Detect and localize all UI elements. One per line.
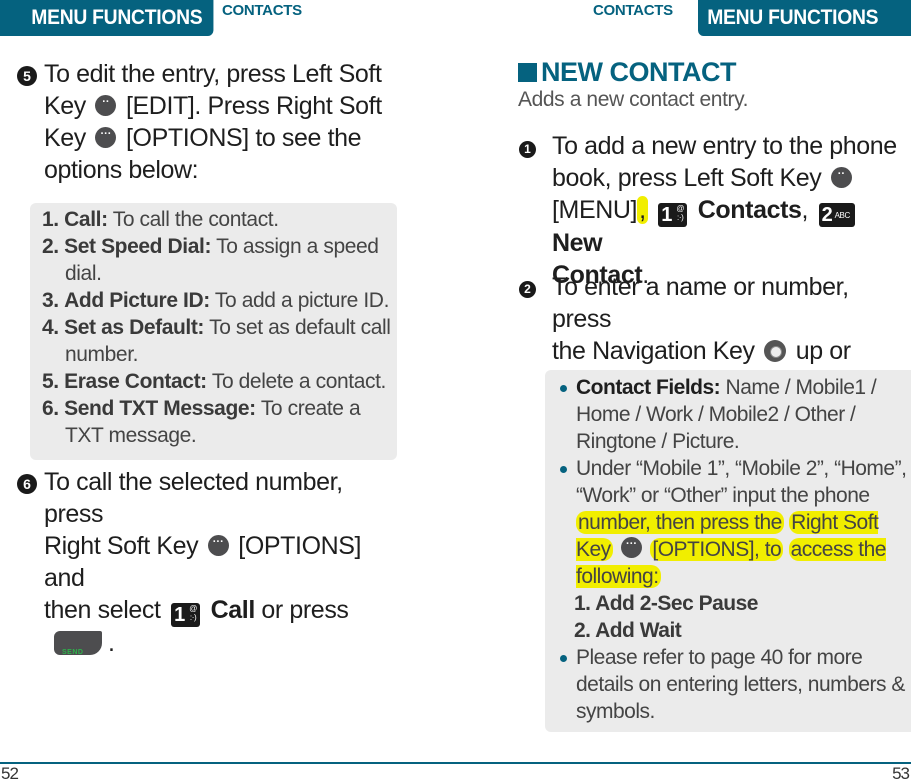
step-number-5: 5 [17, 66, 37, 86]
period: . [108, 629, 115, 657]
contact-fields-bullets: Contact Fields: Name / Mobile1 / Home / … [556, 374, 911, 725]
left-soft-key-icon [95, 92, 117, 116]
step-5-line-2: Key [EDIT]. Press Right Soft [44, 90, 389, 122]
step-1-line-1: To add a new entry to the phone [552, 132, 897, 160]
step-1-text: To add a new entry to the phone book, pr… [552, 130, 911, 291]
page-number-right: 53 [892, 764, 910, 782]
navigation-key-icon [764, 340, 787, 362]
contacts-label: Contacts [697, 196, 802, 224]
step-number-2: 2 [519, 281, 536, 298]
option-item-send-txt-message: 6. Send TXT Message: To create a TXT mes… [42, 397, 361, 447]
footer-divider [0, 762, 911, 764]
step-6-text: To call the selected number, press Right… [44, 466, 404, 659]
step-2-line-1: To enter a name or number, press [552, 273, 849, 333]
key-2-icon: 2 ABC [818, 203, 855, 227]
bullet-dot-icon [560, 655, 567, 662]
page-number-left: 52 [1, 764, 19, 782]
step-5-line-4: options below: [44, 156, 199, 184]
right-soft-key-text: Right Soft Key [44, 532, 199, 560]
key-1-icon: 1 @ :·) [171, 603, 201, 627]
step-number-1: 1 [519, 141, 536, 158]
step-1-line-3: [MENU], 1 @ :·) Contacts, 2 ABC New [552, 194, 911, 259]
menu-functions-tab-left: MENU FUNCTIONS [0, 0, 214, 36]
new-contact-heading: NEW CONTACT [518, 57, 736, 88]
section-label-contacts-right: CONTACTS [593, 2, 673, 19]
bullet-dot-icon [560, 385, 567, 392]
right-soft-key-icon [95, 124, 117, 148]
step-5-line-3: Key [OPTIONS] to see the [44, 122, 389, 154]
edit-text: [EDIT]. Press Right Soft [125, 92, 382, 120]
right-soft-key-icon [207, 532, 229, 556]
square-bullet-icon [518, 63, 537, 82]
or-press-text: or press [261, 596, 349, 624]
then-select-text: then select [44, 596, 161, 624]
step-6-line-3: then select 1 @ :·) Call or press SEND. [44, 594, 404, 659]
step-6-line-2: Right Soft Key [OPTIONS] and [44, 530, 404, 594]
key-word: Key [44, 124, 86, 152]
option-item-erase-contact: 5. Erase Contact: To delete a contact. [42, 370, 386, 393]
option-item-add-picture-id: 3. Add Picture ID: To add a picture ID. [42, 289, 390, 312]
step-5-text: To edit the entry, press Left Soft Key [… [44, 58, 389, 186]
step-5-line-1: To edit the entry, press Left Soft [44, 60, 382, 88]
new-contact-subtitle: Adds a new contact entry. [518, 88, 749, 111]
key-word: Key [44, 92, 86, 120]
section-label-contacts-left: CONTACTS [222, 2, 302, 19]
send-key-icon: SEND [54, 631, 102, 656]
step-1-line-2: book, press Left Soft Key [552, 162, 911, 194]
new-label: New [552, 229, 603, 257]
bullet-dot-icon [560, 466, 567, 473]
option-item-set-speed-dial: 2. Set Speed Dial: To assign a speed dia… [42, 235, 379, 285]
sub-item-add-pause: 1. Add 2-Sec Pause [574, 592, 758, 615]
step-6-line-1: To call the selected number, press [44, 468, 343, 528]
sub-item-add-wait: 2. Add Wait [574, 619, 682, 642]
bullet-contact-fields: Contact Fields: Name / Mobile1 / Home / … [556, 374, 911, 455]
call-label: Call [210, 596, 256, 624]
option-item-set-as-default: 4. Set as Default: To set as default cal… [42, 316, 391, 366]
right-soft-key-icon [621, 534, 643, 558]
step-number-6: 6 [17, 474, 37, 494]
options-list: 1. Call: To call the contact. 2. Set Spe… [42, 206, 402, 449]
left-soft-key-icon [830, 164, 852, 188]
highlighted-text: [OPTIONS], to [650, 538, 784, 561]
menu-functions-tab-right: MENU FUNCTIONS [698, 0, 911, 36]
option-item-call: 1. Call: To call the contact. [42, 208, 279, 231]
bullet-under-mobile: Under “Mobile 1”, “Mobile 2”, “Home”, “W… [556, 455, 911, 590]
bullet-refer-page: Please refer to page 40 for more details… [556, 644, 911, 725]
highlighted-text: number, then press the [576, 511, 784, 534]
options-text: [OPTIONS] to see the [125, 124, 362, 152]
key-1-icon: 1 @ :·) [658, 203, 688, 227]
highlight-comma: , [637, 196, 648, 224]
